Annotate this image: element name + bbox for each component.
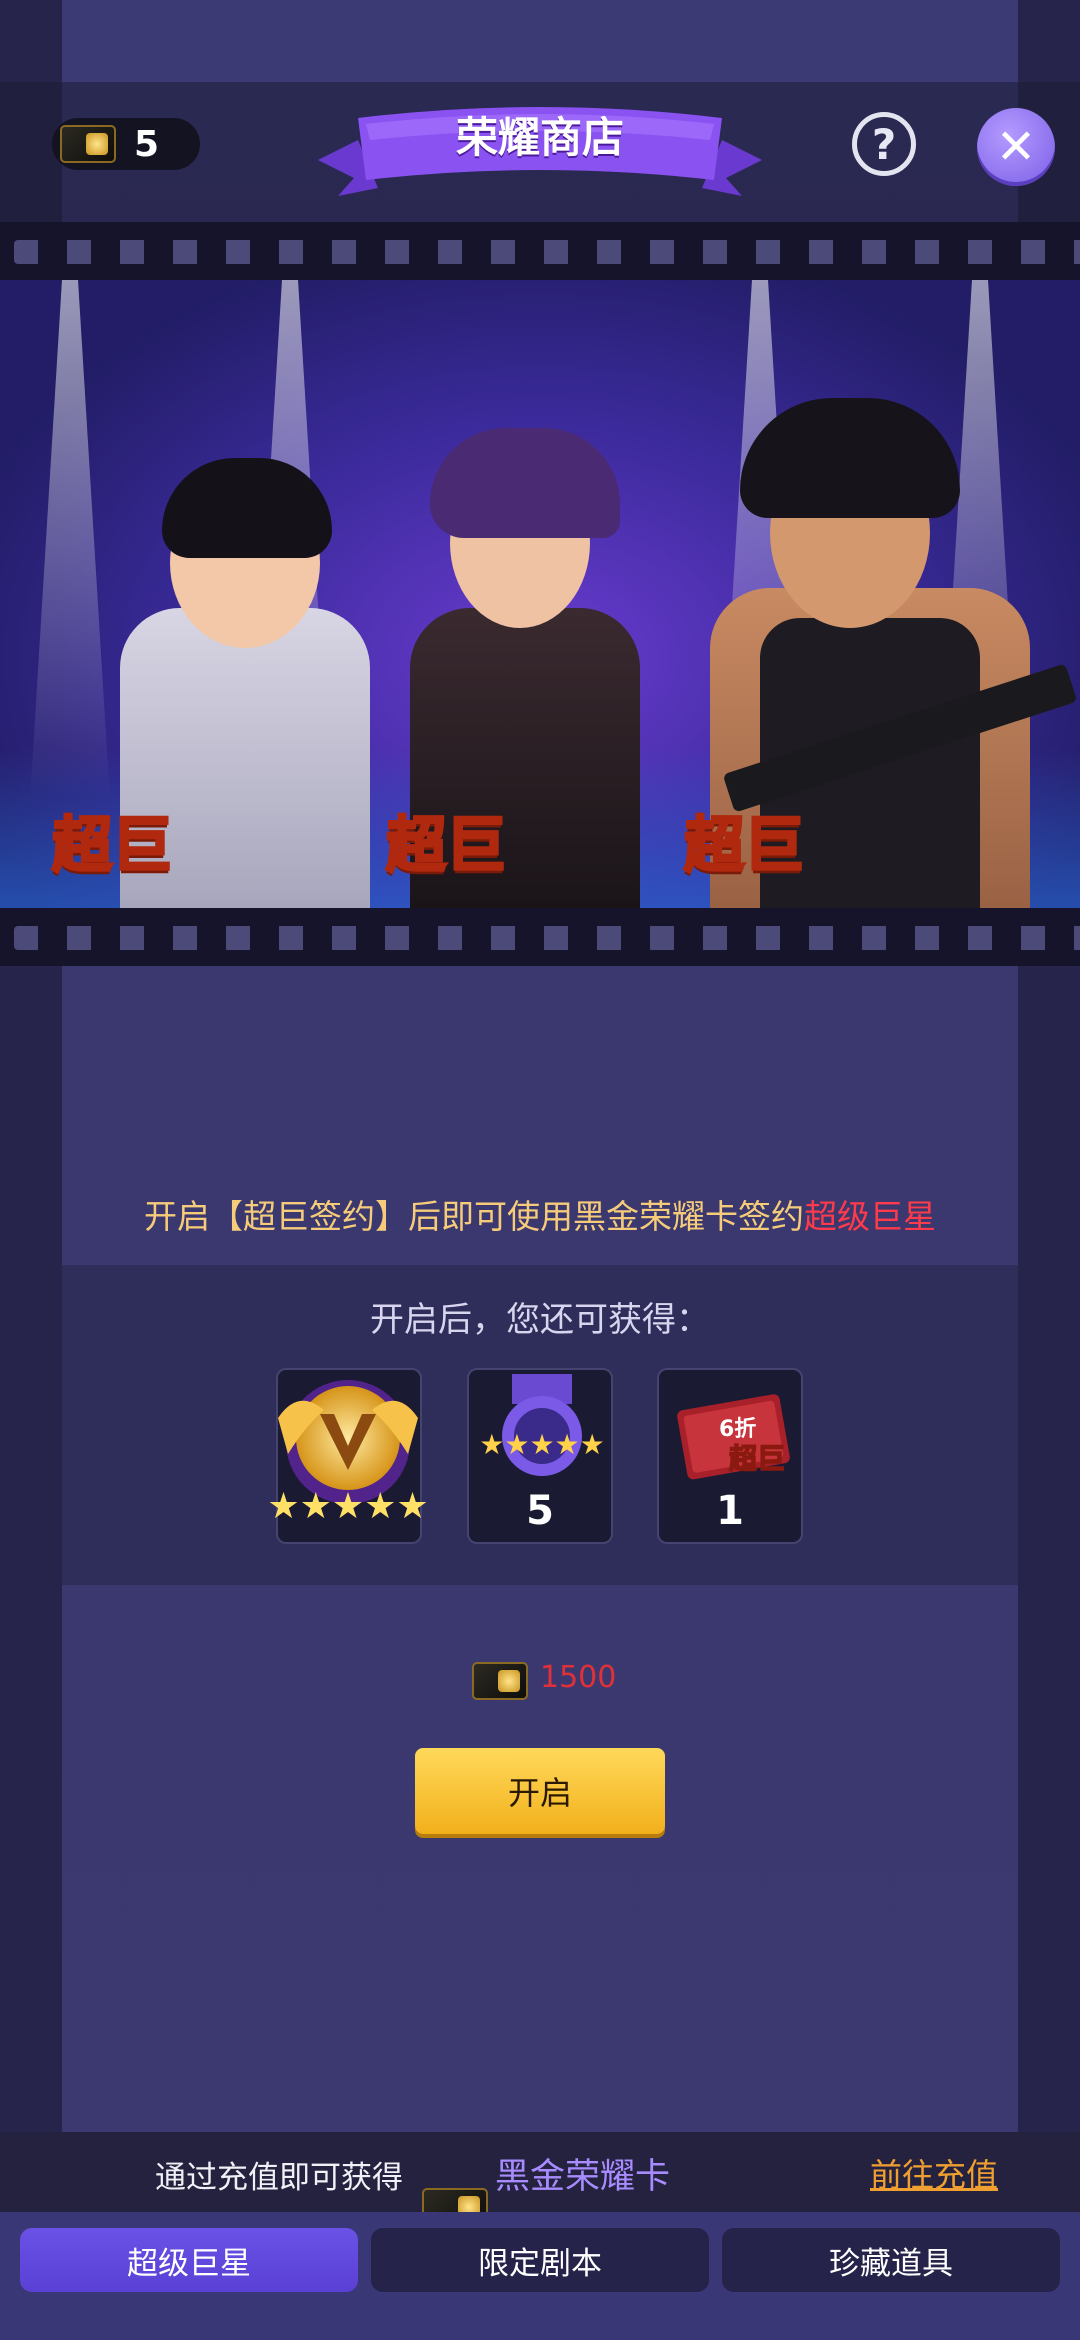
black-gold-card-icon bbox=[472, 1662, 528, 1700]
open-button[interactable]: 开启 bbox=[415, 1748, 665, 1834]
ticket-label: 超巨 bbox=[729, 1442, 785, 1475]
five-star-medal-icon: ★★★★★ bbox=[479, 1374, 605, 1476]
reward-item-medal[interactable]: ★★★★★ 5 bbox=[467, 1368, 613, 1544]
v-emblem-five-star-icon: ★★★★★ bbox=[267, 1380, 429, 1527]
reward-count: 5 bbox=[526, 1488, 554, 1534]
film-strip-top bbox=[0, 222, 1080, 280]
question-icon: ? bbox=[871, 119, 897, 169]
recharge-card-name: 黑金荣耀卡 bbox=[495, 2157, 671, 2197]
go-recharge-link[interactable]: 前往充值 bbox=[870, 2150, 998, 2196]
reward-count: 1 bbox=[716, 1488, 744, 1534]
superstar-badge-3: 超巨 bbox=[683, 810, 806, 883]
superstar-badge-2: 超巨 bbox=[385, 810, 508, 883]
info-middle: 后即可使用黑金荣耀卡签约 bbox=[408, 1197, 804, 1236]
svg-text:★★★★★: ★★★★★ bbox=[479, 1428, 605, 1461]
close-button[interactable]: ✕ bbox=[977, 108, 1055, 186]
ticket-discount: 6折 bbox=[719, 1417, 756, 1442]
discount-ticket-icon: 6折 超巨 bbox=[677, 1394, 790, 1480]
recharge-text: 通过充值即可获得 bbox=[155, 2160, 403, 2196]
superstar-banner: 超巨 超巨 超巨 bbox=[0, 280, 1080, 908]
currency-display: 5 bbox=[52, 118, 200, 170]
help-button[interactable]: ? bbox=[852, 112, 916, 176]
page-title: 荣耀商店 bbox=[455, 113, 624, 162]
film-strip-bottom bbox=[0, 908, 1080, 966]
tab-superstar[interactable]: 超级巨星 bbox=[20, 2228, 358, 2292]
info-bracket: 【超巨签约】 bbox=[210, 1197, 408, 1236]
black-gold-card-icon bbox=[60, 125, 116, 163]
superstar-badge-1: 超巨 bbox=[51, 810, 174, 883]
reward-item-ticket[interactable]: 6折 超巨 1 bbox=[657, 1368, 803, 1544]
svg-text:★★★★★: ★★★★★ bbox=[267, 1486, 428, 1527]
info-prefix: 开启 bbox=[144, 1197, 210, 1236]
reward-item-emblem[interactable]: ★★★★★ bbox=[267, 1368, 429, 1544]
info-highlight: 超级巨星 bbox=[804, 1197, 936, 1236]
currency-value: 5 bbox=[134, 123, 160, 165]
unlock-description: 开启【超巨签约】后即可使用黑金荣耀卡签约超级巨星 bbox=[0, 1190, 1080, 1238]
rewards-heading: 开启后，您还可获得： bbox=[370, 1300, 710, 1340]
tab-collection-items[interactable]: 珍藏道具 bbox=[722, 2228, 1060, 2292]
price-value: 1500 bbox=[540, 1660, 617, 1695]
tab-limited-script[interactable]: 限定剧本 bbox=[371, 2228, 709, 2292]
close-icon: ✕ bbox=[995, 119, 1037, 175]
